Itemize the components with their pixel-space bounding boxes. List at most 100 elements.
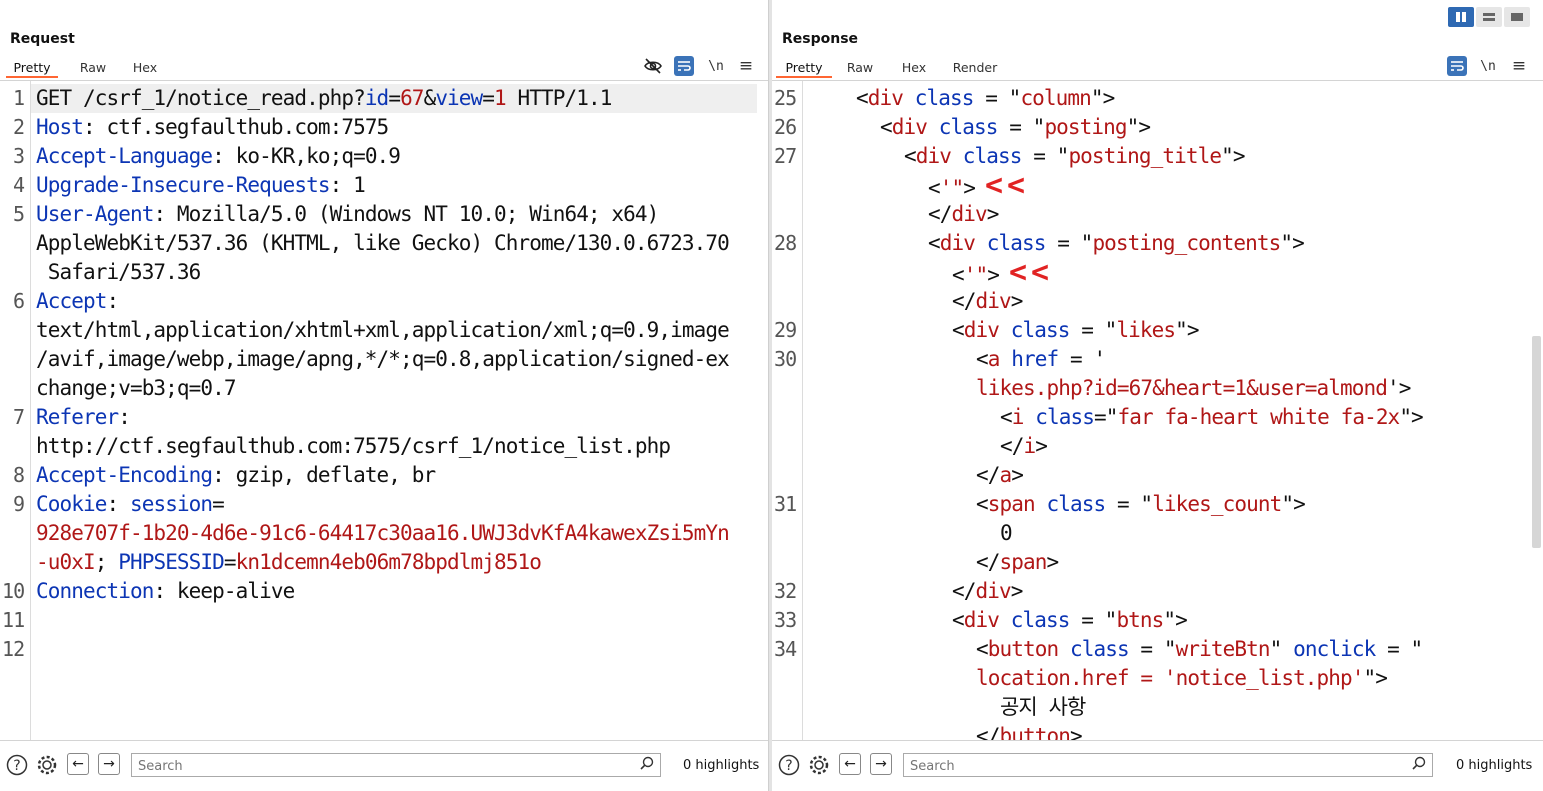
request-search[interactable] — [131, 753, 661, 778]
tab-hex[interactable]: Hex — [124, 58, 166, 78]
code-value: a — [987, 347, 1001, 371]
code-text: : — [118, 405, 131, 429]
code-text: " — [1269, 637, 1294, 661]
code-line: <div class = "posting"> — [880, 113, 1151, 142]
code-text: > — [986, 202, 1000, 226]
layout-stack-icon[interactable] — [1476, 7, 1502, 27]
line-number: 29 — [774, 318, 797, 342]
gear-icon[interactable] — [807, 753, 831, 777]
gear-icon[interactable] — [35, 753, 59, 777]
code-text: : ko-KR,ko;q=0.9 — [212, 144, 401, 168]
response-highlights-count: 0 highlights — [1456, 758, 1533, 773]
layout-buttons — [1448, 7, 1530, 27]
code-value: 1 — [494, 86, 507, 110]
code-text: > — [1069, 724, 1083, 741]
line-number: 31 — [774, 492, 797, 516]
code-line: </button> — [976, 722, 1083, 741]
code-value: btns — [1116, 608, 1164, 632]
code-key: class — [1035, 405, 1095, 429]
arrow-right-icon[interactable]: → — [98, 753, 120, 775]
code-text: : — [106, 289, 119, 313]
tab-pretty[interactable]: Pretty — [6, 58, 58, 78]
line-number: 25 — [774, 86, 797, 110]
line-number: 26 — [774, 115, 797, 139]
code-text: : keep-alive — [153, 579, 295, 603]
code-value: a — [999, 463, 1013, 487]
code-text: = " — [1045, 231, 1093, 255]
code-text: "> — [1281, 492, 1305, 516]
wrap-icon[interactable] — [1447, 56, 1467, 76]
code-value: 928e707f-1b20-4d6e-91c6-64417c30aa16.UWJ… — [36, 521, 730, 545]
search-icon — [640, 756, 654, 774]
response-editor[interactable]: 25 <div class = "column"> 26 <div class = "… — [772, 81, 1543, 741]
help-icon[interactable]: ? — [777, 753, 801, 777]
eye-off-icon[interactable] — [643, 56, 663, 76]
code-key: Accept — [36, 289, 107, 313]
code-value: posting — [1044, 115, 1127, 139]
response-scrollbar[interactable] — [1532, 336, 1541, 548]
arrow-left-icon[interactable]: ← — [839, 753, 861, 775]
code-line: AppleWebKit/537.36 (KHTML, like Gecko) C… — [36, 229, 730, 258]
code-text: = " — [973, 86, 1021, 110]
line-number: 1 — [13, 86, 25, 110]
code-text: : 1 — [329, 173, 366, 197]
request-footer: ? ← → 0 highlights — [0, 740, 768, 791]
line-number: 30 — [774, 347, 797, 371]
arrow-left-icon[interactable]: ← — [67, 753, 89, 775]
code-line: Safari/537.36 — [36, 258, 202, 287]
line-number: 4 — [13, 173, 25, 197]
line-number: 7 — [13, 405, 25, 429]
code-value: i — [1023, 434, 1037, 458]
request-search-input[interactable] — [132, 754, 616, 778]
svg-text:?: ? — [785, 758, 792, 774]
code-line: <a href = ' — [976, 345, 1106, 374]
newline-icon[interactable]: \n — [706, 56, 726, 76]
code-line: </a> — [976, 461, 1024, 490]
tab-raw[interactable]: Raw — [832, 58, 888, 78]
request-editor[interactable]: 1 GET /csrf_1/notice_read.php?id=67&view=… — [0, 81, 768, 741]
code-text: "> — [1280, 231, 1304, 255]
tab-render[interactable]: Render — [940, 58, 1010, 78]
layout-side-icon[interactable] — [1448, 7, 1474, 27]
code-text: : — [106, 492, 130, 516]
code-value: likes — [1116, 318, 1176, 342]
menu-icon[interactable]: ≡ — [1509, 56, 1529, 76]
layout-tab-icon[interactable] — [1504, 7, 1530, 27]
code-value: div — [975, 289, 1012, 313]
code-text: > — [1035, 434, 1048, 458]
code-text: =" — [1093, 405, 1118, 429]
code-text: : Mozilla/5.0 (Windows NT 10.0; Win64; x… — [153, 202, 659, 226]
code-value: span — [987, 492, 1036, 516]
response-title: Response — [782, 31, 859, 47]
code-line: <div class = "posting_contents"> — [928, 229, 1305, 258]
code-text: "> — [1399, 405, 1423, 429]
code-text: = ' — [1058, 347, 1106, 371]
code-value: div — [915, 144, 952, 168]
menu-icon[interactable]: ≡ — [736, 56, 756, 76]
code-line: </span> — [976, 548, 1059, 577]
code-text: < — [928, 231, 941, 255]
code-key: id — [364, 86, 389, 110]
code-line: <i class="far fa-heart white fa-2x"> — [1000, 403, 1424, 432]
tab-hex[interactable]: Hex — [888, 58, 940, 78]
arrow-right-icon[interactable]: → — [870, 753, 892, 775]
line-number: 9 — [13, 492, 25, 516]
tab-raw[interactable]: Raw — [62, 58, 124, 78]
response-search[interactable] — [903, 753, 1433, 778]
code-text: = " — [1128, 637, 1176, 661]
line-number: 33 — [774, 608, 797, 632]
response-search-input[interactable] — [904, 754, 1388, 778]
line-number: 8 — [13, 463, 25, 487]
code-text: < — [952, 263, 965, 287]
code-text: > — [1010, 579, 1024, 603]
code-text: = — [482, 86, 495, 110]
code-text: < — [904, 144, 917, 168]
code-line: Upgrade-Insecure-Requests: 1 — [36, 171, 366, 200]
wrap-icon[interactable] — [674, 56, 694, 76]
newline-icon[interactable]: \n — [1478, 56, 1498, 76]
help-icon[interactable]: ? — [5, 753, 29, 777]
tab-pretty[interactable]: Pretty — [776, 58, 832, 78]
code-text: change;v=b3;q=0.7 — [36, 376, 237, 400]
